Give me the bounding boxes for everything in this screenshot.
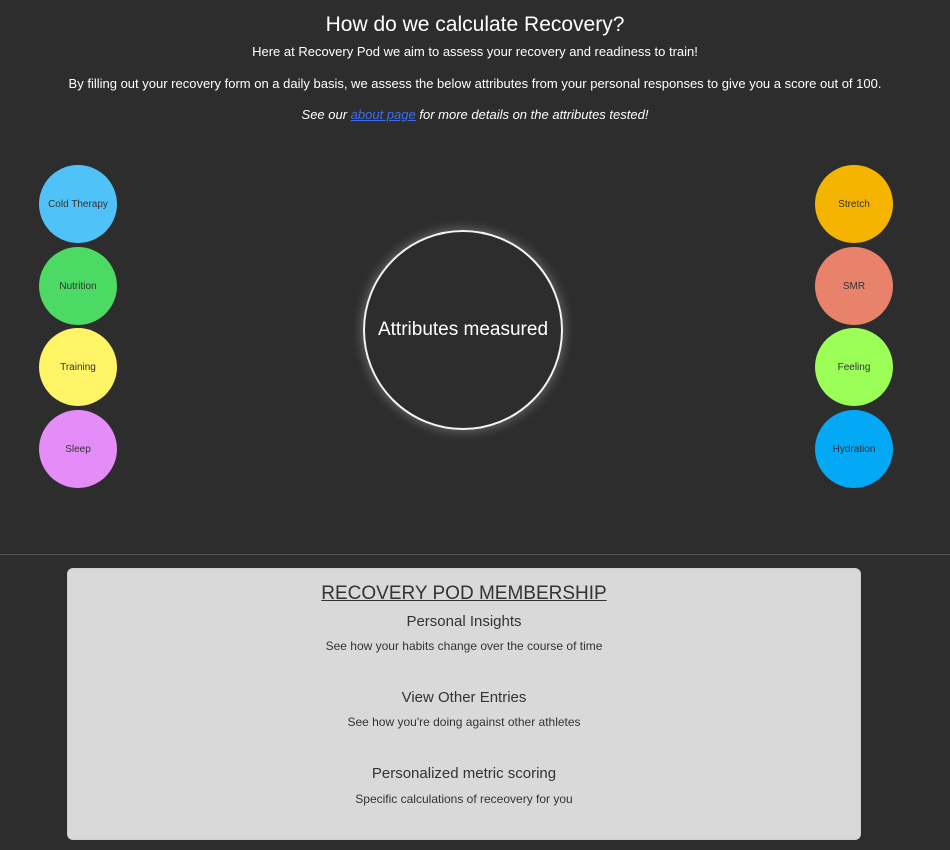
- membership-title: RECOVERY POD MEMBERSHIP: [321, 583, 607, 604]
- feature-title-personal-insights: Personal Insights: [406, 613, 522, 630]
- membership-card: RECOVERY POD MEMBERSHIP Personal Insight…: [67, 568, 861, 840]
- attribute-sleep[interactable]: Sleep: [39, 410, 117, 488]
- intro-text: Here at Recovery Pod we aim to assess yo…: [252, 44, 698, 59]
- section-divider: [0, 554, 950, 555]
- about-note-suffix: for more details on the attributes teste…: [415, 107, 649, 122]
- about-note: See our about page for more details on t…: [0, 106, 950, 124]
- page-title: How do we calculate Recovery?: [325, 13, 625, 36]
- attribute-nutrition[interactable]: Nutrition: [39, 247, 117, 325]
- attribute-training[interactable]: Training: [39, 328, 117, 406]
- intro-text-form: By filling out your recovery form on a d…: [68, 76, 882, 91]
- about-page-link[interactable]: about page: [351, 107, 416, 122]
- attribute-hydration[interactable]: Hydration: [815, 410, 893, 488]
- attribute-smr[interactable]: SMR: [815, 247, 893, 325]
- feature-title-personalized-scoring: Personalized metric scoring: [371, 765, 557, 782]
- feature-desc-personal-insights: See how your habits change over the cour…: [325, 639, 603, 653]
- attribute-stretch[interactable]: Stretch: [815, 165, 893, 243]
- feature-title-view-other-entries: View Other Entries: [401, 689, 527, 706]
- attribute-cold-therapy[interactable]: Cold Therapy: [39, 165, 117, 243]
- about-note-prefix: See our: [301, 107, 351, 122]
- feature-desc-personalized-scoring: Specific calculations of receovery for y…: [355, 792, 573, 806]
- attributes-measured-circle: Attributes measured: [363, 230, 563, 430]
- attribute-feeling[interactable]: Feeling: [815, 328, 893, 406]
- feature-desc-view-other-entries: See how you're doing against other athle…: [347, 715, 581, 729]
